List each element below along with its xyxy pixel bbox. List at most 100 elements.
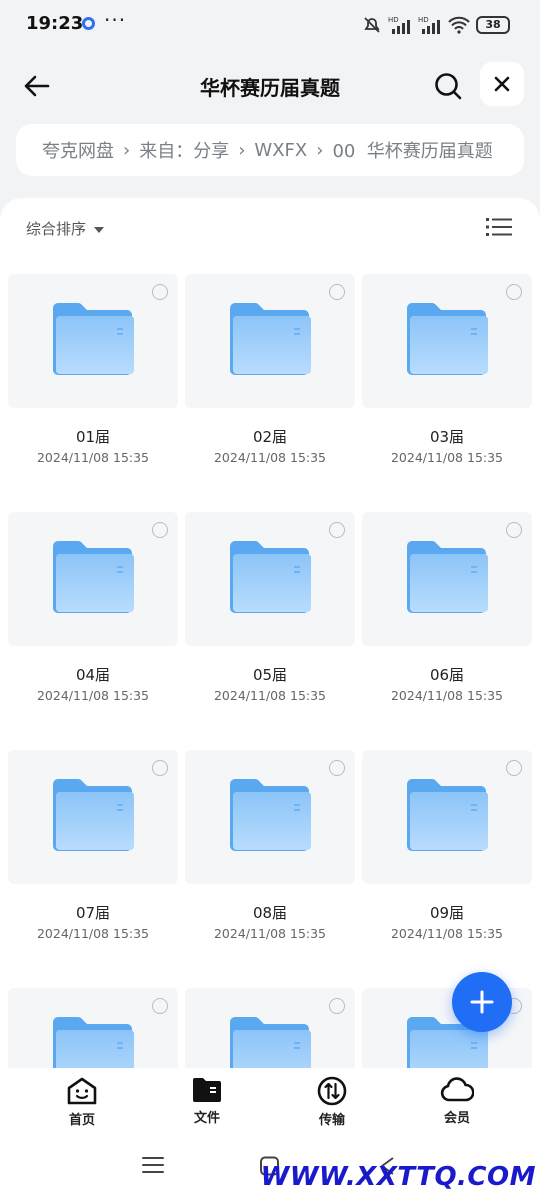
folder-thumbnail	[185, 750, 355, 884]
select-checkbox[interactable]	[506, 760, 522, 776]
folder-date: 2024/11/08 15:35	[36, 450, 150, 465]
folder-icon	[405, 302, 489, 382]
select-checkbox[interactable]	[329, 760, 345, 776]
folder-icon	[405, 540, 489, 620]
list-view-button[interactable]	[486, 216, 512, 238]
folder-name: 07届	[75, 904, 111, 922]
folder-thumbnail	[362, 512, 532, 646]
battery-indicator: 38	[476, 16, 510, 34]
folder-icon	[405, 778, 489, 858]
close-button[interactable]	[480, 62, 524, 106]
select-checkbox[interactable]	[152, 998, 168, 1014]
menu-icon	[142, 1157, 164, 1173]
signal-1-icon: HD	[388, 16, 410, 34]
folder-thumbnail	[8, 988, 178, 1068]
recent-apps-button[interactable]	[142, 1156, 164, 1178]
folder-icon	[51, 1016, 135, 1068]
select-checkbox[interactable]	[329, 284, 345, 300]
folder-item[interactable]: 05届 2024/11/08 15:35	[185, 512, 355, 722]
folder-thumbnail	[185, 988, 355, 1068]
tab-transfer[interactable]: 传输	[292, 1076, 372, 1130]
tab-label: 传输	[318, 1113, 345, 1128]
search-icon	[435, 73, 462, 100]
folder-item[interactable]: 04届 2024/11/08 15:35	[8, 512, 178, 722]
folder-item[interactable]: 07届 2024/11/08 15:35	[8, 750, 178, 960]
folder-item[interactable]	[185, 988, 355, 1068]
folder-item[interactable]: 03届 2024/11/08 15:35	[362, 274, 532, 484]
breadcrumb: 夸克网盘 › 来自：分享 › WXFX › 00 华杯赛历届真题	[16, 124, 524, 176]
plus-icon	[470, 990, 494, 1014]
breadcrumb-item-current: 00 华杯赛历届真题	[332, 141, 493, 162]
home-face-icon	[67, 1077, 97, 1105]
folder-item[interactable]: 09届 2024/11/08 15:35	[362, 750, 532, 960]
select-checkbox[interactable]	[506, 522, 522, 538]
chevron-right-icon: ›	[316, 139, 324, 161]
mute-icon	[364, 17, 380, 33]
folder-icon	[228, 302, 312, 382]
folder-name: 03届	[429, 428, 465, 446]
folder-name: 06届	[429, 666, 465, 684]
folder-name: 09届	[429, 904, 465, 922]
breadcrumb-item[interactable]: 来自：分享	[139, 137, 229, 163]
add-button[interactable]	[452, 972, 512, 1032]
tab-files[interactable]: 文件	[167, 1076, 247, 1130]
folder-date: 2024/11/08 15:35	[390, 926, 504, 941]
bottom-tab-bar: 首页 文件 传输 会员	[0, 1068, 540, 1134]
status-icons: HD HD 38	[362, 14, 510, 36]
folder-thumbnail	[185, 274, 355, 408]
folder-name: 02届	[252, 428, 288, 446]
folder-icon	[51, 302, 135, 382]
status-bar: 19:23 ··· HD HD 38	[0, 0, 540, 48]
folder-date: 2024/11/08 15:35	[36, 688, 150, 703]
close-icon	[494, 76, 510, 92]
folder-item[interactable]: 01届 2024/11/08 15:35	[8, 274, 178, 484]
select-checkbox[interactable]	[329, 522, 345, 538]
tab-membership[interactable]: 会员	[417, 1076, 497, 1130]
breadcrumb-item[interactable]: 夸克网盘	[42, 137, 114, 163]
search-button[interactable]	[428, 66, 468, 106]
signal-2-icon: HD	[418, 16, 440, 34]
folder-date: 2024/11/08 15:35	[36, 926, 150, 941]
tab-label: 首页	[68, 1113, 95, 1128]
svg-text:HD: HD	[418, 16, 429, 24]
folder-item[interactable]	[8, 988, 178, 1068]
folder-thumbnail	[8, 512, 178, 646]
header: 华杯赛历届真题	[0, 58, 540, 114]
folder-item[interactable]: 02届 2024/11/08 15:35	[185, 274, 355, 484]
tab-label: 文件	[193, 1111, 220, 1126]
folder-icon	[51, 540, 135, 620]
folder-name: 08届	[252, 904, 288, 922]
select-checkbox[interactable]	[329, 998, 345, 1014]
svg-text:HD: HD	[388, 16, 399, 24]
folder-name: 05届	[252, 666, 288, 684]
folder-thumbnail	[362, 274, 532, 408]
folder-thumbnail	[362, 750, 532, 884]
transfer-icon	[317, 1076, 347, 1106]
folder-date: 2024/11/08 15:35	[213, 688, 327, 703]
select-checkbox[interactable]	[152, 284, 168, 300]
sort-label: 综合排序	[26, 220, 87, 238]
folder-item[interactable]: 06届 2024/11/08 15:35	[362, 512, 532, 722]
select-checkbox[interactable]	[506, 284, 522, 300]
file-list-panel: 综合排序 01届 2024/11/08 15:35 02届 2024/11/08 15…	[0, 198, 540, 1068]
folder-icon	[51, 778, 135, 858]
folder-item[interactable]: 08届 2024/11/08 15:35	[185, 750, 355, 960]
tab-home[interactable]: 首页	[42, 1076, 122, 1130]
folder-icon	[193, 1078, 221, 1102]
sort-dropdown[interactable]: 综合排序	[26, 218, 105, 239]
breadcrumb-item[interactable]: WXFX	[254, 140, 307, 161]
select-checkbox[interactable]	[152, 760, 168, 776]
folder-icon	[228, 1016, 312, 1068]
status-time: 19:23	[26, 13, 84, 34]
folder-icon	[228, 778, 312, 858]
notification-ring-icon	[82, 17, 95, 30]
folder-name: 01届	[75, 428, 111, 446]
list-view-icon	[486, 218, 512, 236]
caret-down-icon	[94, 226, 105, 233]
folder-date: 2024/11/08 15:35	[213, 450, 327, 465]
wifi-icon	[448, 16, 470, 34]
watermark: WWW.XXTTQ.COM	[260, 1162, 536, 1192]
folder-thumbnail	[8, 274, 178, 408]
folder-name: 04届	[75, 666, 111, 684]
select-checkbox[interactable]	[152, 522, 168, 538]
